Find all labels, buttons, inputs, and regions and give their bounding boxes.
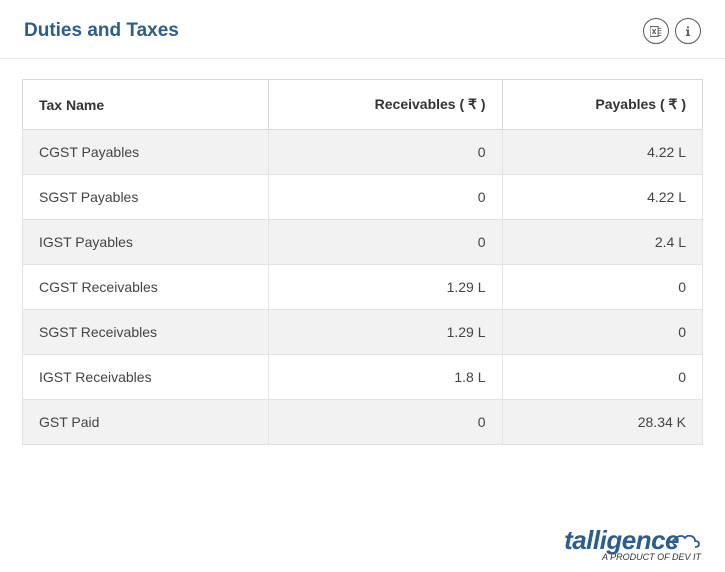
- col-tax-name: Tax Name: [23, 80, 269, 130]
- cell-tax_name: IGST Payables: [23, 220, 269, 265]
- cell-tax_name: SGST Payables: [23, 175, 269, 220]
- cell-payables: 28.34 K: [502, 400, 703, 445]
- duties-taxes-table: Tax Name Receivables ( ₹ ) Payables ( ₹ …: [22, 79, 703, 445]
- cell-payables: 0: [502, 265, 703, 310]
- cell-tax_name: IGST Receivables: [23, 355, 269, 400]
- cell-receivables: 1.29 L: [269, 310, 502, 355]
- col-payables: Payables ( ₹ ): [502, 80, 703, 130]
- cell-tax_name: GST Paid: [23, 400, 269, 445]
- cell-payables: 2.4 L: [502, 220, 703, 265]
- info-icon: [682, 25, 694, 37]
- table-row: IGST Receivables1.8 L0: [23, 355, 703, 400]
- table-row: IGST Payables02.4 L: [23, 220, 703, 265]
- brand-name: talligence: [564, 525, 679, 555]
- footer: talligence A PRODUCT OF DEV IT: [564, 525, 701, 562]
- cell-receivables: 0: [269, 175, 502, 220]
- cell-payables: 4.22 L: [502, 175, 703, 220]
- divider: [0, 58, 725, 59]
- cell-tax_name: CGST Payables: [23, 130, 269, 175]
- table-row: SGST Payables04.22 L: [23, 175, 703, 220]
- cell-receivables: 1.8 L: [269, 355, 502, 400]
- info-button[interactable]: [675, 18, 701, 44]
- cloud-icon: [671, 525, 701, 556]
- export-excel-button[interactable]: [643, 18, 669, 44]
- action-bar: [643, 18, 701, 44]
- cell-payables: 0: [502, 355, 703, 400]
- cell-tax_name: SGST Receivables: [23, 310, 269, 355]
- cell-receivables: 1.29 L: [269, 265, 502, 310]
- excel-icon: [650, 25, 663, 38]
- brand-logo: talligence: [564, 525, 701, 556]
- cell-payables: 0: [502, 310, 703, 355]
- table-row: CGST Payables04.22 L: [23, 130, 703, 175]
- cell-receivables: 0: [269, 400, 502, 445]
- cell-receivables: 0: [269, 220, 502, 265]
- page-title: Duties and Taxes: [24, 20, 179, 42]
- header: Duties and Taxes: [0, 0, 725, 58]
- table-row: GST Paid028.34 K: [23, 400, 703, 445]
- cell-tax_name: CGST Receivables: [23, 265, 269, 310]
- cell-payables: 4.22 L: [502, 130, 703, 175]
- cell-receivables: 0: [269, 130, 502, 175]
- table-header-row: Tax Name Receivables ( ₹ ) Payables ( ₹ …: [23, 80, 703, 130]
- col-receivables: Receivables ( ₹ ): [269, 80, 502, 130]
- table-row: SGST Receivables1.29 L0: [23, 310, 703, 355]
- table-row: CGST Receivables1.29 L0: [23, 265, 703, 310]
- table-container: Tax Name Receivables ( ₹ ) Payables ( ₹ …: [0, 79, 725, 445]
